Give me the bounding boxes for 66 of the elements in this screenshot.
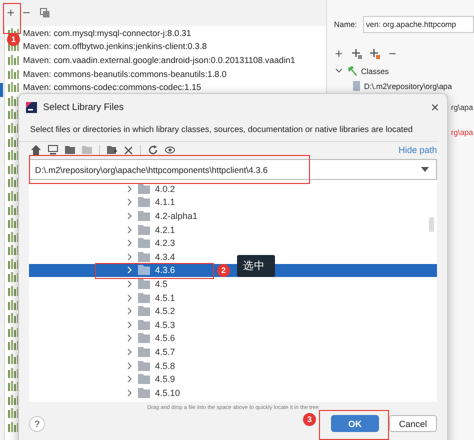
copy-icon[interactable] xyxy=(40,8,50,18)
folder-icon xyxy=(138,388,150,398)
folder-icon xyxy=(138,306,150,316)
library-icon xyxy=(8,68,20,79)
app-icon xyxy=(26,102,37,112)
selection-marker xyxy=(0,83,3,97)
folder-row[interactable]: 4.5.3 xyxy=(29,318,437,332)
remove-button[interactable]: − xyxy=(20,6,32,20)
folder-row[interactable]: 4.5.2 xyxy=(29,304,437,318)
folder-icon xyxy=(138,360,150,371)
help-button[interactable]: ? xyxy=(29,416,45,432)
desktop-icon[interactable] xyxy=(48,145,58,155)
folder-icon xyxy=(138,265,150,276)
hammer-icon xyxy=(346,65,358,77)
new-folder-icon[interactable] xyxy=(107,145,117,155)
add-library-icon[interactable] xyxy=(350,48,363,60)
folder-icon xyxy=(138,374,150,384)
ok-button[interactable]: OK xyxy=(331,415,379,432)
library-item[interactable]: Maven: com.vaadin.external.google:android-json:0.0.20131108.vaadin1 xyxy=(23,54,296,65)
dialog-title: Select Library Files xyxy=(43,102,125,112)
refresh-icon[interactable] xyxy=(148,145,158,155)
highlight-frame xyxy=(3,3,21,34)
folder-row[interactable]: 4.5.8 xyxy=(29,358,437,372)
delete-icon[interactable] xyxy=(124,146,133,154)
chevron-icon[interactable] xyxy=(335,67,343,75)
hide-path-link[interactable]: Hide path xyxy=(398,145,437,155)
folder-row[interactable]: 4.2-alpha1 xyxy=(29,209,437,223)
folder-icon xyxy=(138,238,150,248)
library-icon xyxy=(8,82,20,92)
folder-row[interactable]: 4.0.2 xyxy=(29,182,437,196)
dropdown-icon[interactable] xyxy=(421,167,429,172)
folder-row[interactable]: 4.2.1 xyxy=(29,222,437,236)
folder-icon xyxy=(138,197,150,208)
folder-row[interactable]: 4.1.1 xyxy=(29,196,437,210)
library-item[interactable]: Maven: com.offbytwo.jenkins:jenkins-client:0.3.8 xyxy=(23,41,207,52)
folder-icon xyxy=(138,320,150,330)
eye-icon[interactable] xyxy=(165,145,176,155)
folder-icon xyxy=(138,210,150,221)
library-item[interactable]: Maven: com.mysql:mysql-connector-j:8.0.31 xyxy=(23,28,192,38)
library-icon xyxy=(8,54,20,65)
close-button[interactable]: × xyxy=(430,100,439,114)
folder-row[interactable]: 4.2.3 xyxy=(29,236,437,250)
library-item[interactable]: Maven: commons-beanutils:commons-beanutils:1.8.0 xyxy=(23,68,226,79)
library-item[interactable]: Maven: commons-codec:commons-codec:1.15 xyxy=(23,82,202,92)
cancel-button[interactable]: Cancel xyxy=(389,415,437,432)
path-field[interactable]: D:\.m2\repository\org\apache\httpcomponents\httpclient\4.3.6 xyxy=(29,159,437,180)
folder-row[interactable]: 4.5.6 xyxy=(29,332,437,346)
description-text: Select files or directories in which library classes, sources, documentation or native libraries are located xyxy=(19,116,439,142)
scrollbar-thumb[interactable] xyxy=(429,217,434,232)
folder-icon xyxy=(138,292,150,303)
folder-row[interactable]: 4.5.9 xyxy=(29,372,437,386)
tooltip: 选中 xyxy=(237,255,275,277)
add-button[interactable]: + xyxy=(333,47,345,61)
folder-icon xyxy=(138,333,150,344)
remove-button[interactable]: − xyxy=(386,47,398,61)
folder-row[interactable]: 4.5.7 xyxy=(29,345,437,359)
folder-icon xyxy=(138,224,150,235)
jar-icon xyxy=(353,81,360,91)
highlight-frame xyxy=(319,410,389,440)
folder-row[interactable]: 4.5.10 xyxy=(29,386,437,400)
home-icon[interactable] xyxy=(31,145,41,155)
add-button[interactable]: + xyxy=(5,6,17,20)
folder-icon xyxy=(138,346,150,357)
add-jar-icon[interactable] xyxy=(368,48,381,60)
folder-row[interactable]: 4.5 xyxy=(29,277,437,291)
folder-row[interactable]: 4.5.1 xyxy=(29,290,437,304)
